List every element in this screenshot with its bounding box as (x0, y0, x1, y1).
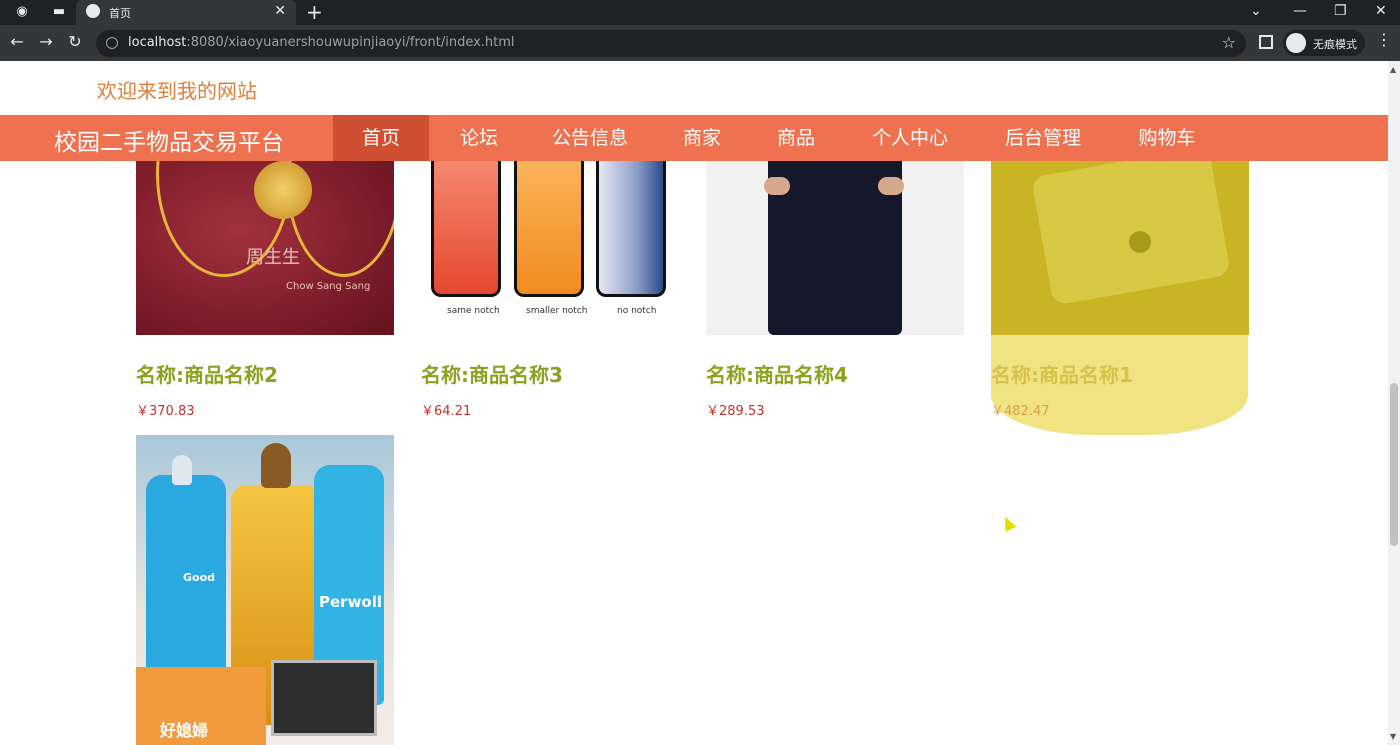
site-title: 校园二手物品交易平台 (54, 130, 284, 156)
gold-brand-subtext: Chow Sang Sang (286, 281, 371, 292)
product-image[interactable]: 周生生 Chow Sang Sang (136, 161, 394, 335)
reload-icon[interactable]: ↻ (64, 31, 86, 53)
back-icon[interactable]: ← (6, 31, 28, 53)
bottle-pump (261, 443, 291, 488)
phone-caption: no notch (617, 306, 657, 316)
product-image[interactable] (991, 161, 1249, 335)
bookmark-star-icon[interactable]: ☆ (1222, 33, 1236, 52)
window-close-icon[interactable]: ✕ (1375, 0, 1387, 25)
restore-icon[interactable]: ❐ (1334, 0, 1347, 25)
minimize-icon[interactable]: — (1293, 0, 1307, 25)
product-price: ￥370.83 (136, 404, 195, 419)
globe-icon[interactable]: ◉ (14, 4, 30, 20)
mouse-cursor-icon (999, 514, 1017, 532)
address-url[interactable]: localhost:8080/xiaoyuanershouwupinjiaoyi… (128, 35, 515, 50)
tab-globe-icon (86, 4, 100, 18)
tab-list-chevron-icon[interactable]: ⌄ (1250, 0, 1262, 25)
product-price: ￥289.53 (706, 404, 765, 419)
incognito-badge[interactable]: 无痕模式 (1283, 30, 1365, 56)
phone-orange (514, 161, 584, 297)
nav-merchants[interactable]: 商家 (666, 115, 738, 161)
address-bar[interactable]: localhost:8080/xiaoyuanershouwupinjiaoyi… (96, 30, 1246, 57)
nav-products[interactable]: 商品 (760, 115, 832, 161)
hand-left (764, 177, 790, 195)
good-label: Good (183, 571, 216, 584)
url-path: :8080/xiaoyuanershouwupinjiaoyi/front/in… (186, 35, 515, 50)
gold-pendant (254, 161, 312, 219)
nav-personal-center[interactable]: 个人中心 (860, 115, 960, 161)
product-price: ￥482.47 (991, 404, 1050, 419)
side-panel-icon[interactable] (1259, 35, 1273, 49)
product-name[interactable]: 名称:商品名称4 (706, 359, 848, 388)
incognito-label: 无痕模式 (1313, 38, 1357, 51)
nav-home[interactable]: 首页 (333, 115, 429, 161)
site-info-icon[interactable] (106, 37, 118, 49)
nav-forum[interactable]: 论坛 (444, 115, 514, 161)
tab-search-icon[interactable]: ▬ (51, 4, 67, 20)
phone-blue (596, 161, 666, 297)
manicure-kit (271, 660, 377, 736)
soap-box-label: 好媳婦 (160, 721, 209, 740)
hand-right (878, 177, 904, 195)
page-scrollbar[interactable]: ▲ ▼ (1388, 61, 1400, 745)
browser-tab-bar: ◉ ▬ 首页 ✕ + ⌄ — ❐ ✕ (0, 0, 1400, 25)
incognito-icon (1286, 33, 1306, 53)
phone-caption: same notch (447, 306, 500, 316)
gold-brand-text: 周生生 (246, 247, 300, 268)
new-tab-icon[interactable]: + (306, 0, 323, 24)
product-image[interactable]: Perwoll Good 好媳婦 (136, 435, 394, 745)
browser-menu-icon[interactable]: ⋮ (1376, 30, 1392, 49)
scroll-down-icon[interactable]: ▼ (1390, 732, 1396, 741)
product-price: ￥64.21 (421, 404, 472, 419)
tab-close-icon[interactable]: ✕ (274, 3, 286, 19)
phone-red (431, 161, 501, 297)
main-nav: 校园二手物品交易平台 首页 论坛 公告信息 商家 商品 个人中心 后台管理 购物… (0, 115, 1388, 161)
product-name[interactable]: 名称:商品名称2 (136, 359, 278, 388)
scroll-thumb[interactable] (1390, 383, 1398, 546)
welcome-text: 欢迎来到我的网站 (97, 79, 257, 103)
scroll-up-icon[interactable]: ▲ (1390, 65, 1396, 74)
product-image[interactable] (706, 161, 964, 335)
product-name[interactable]: 名称:商品名称3 (421, 359, 563, 388)
page-viewport: 欢迎来到我的网站 校园二手物品交易平台 首页 论坛 公告信息 商家 商品 个人中… (0, 61, 1388, 745)
product-image[interactable]: same notch smaller notch no notch (421, 161, 679, 335)
browser-toolbar: ← → ↻ localhost:8080/xiaoyuanershouwupin… (0, 25, 1400, 61)
perwoll-label: Perwoll (319, 593, 383, 611)
bottle-cap (172, 455, 192, 485)
apple-logo-icon (1129, 231, 1151, 253)
nav-announcements[interactable]: 公告信息 (540, 115, 640, 161)
product-name[interactable]: 名称:商品名称1 (991, 359, 1133, 388)
browser-tab[interactable]: 首页 ✕ (76, 0, 296, 25)
url-host: localhost (128, 35, 187, 50)
phone-caption: smaller notch (526, 306, 588, 316)
forward-icon[interactable]: → (35, 31, 57, 53)
nav-cart[interactable]: 购物车 (1128, 115, 1206, 161)
tab-title: 首页 (109, 7, 131, 20)
laptop-lid (1031, 161, 1231, 306)
nav-admin[interactable]: 后台管理 (992, 115, 1094, 161)
